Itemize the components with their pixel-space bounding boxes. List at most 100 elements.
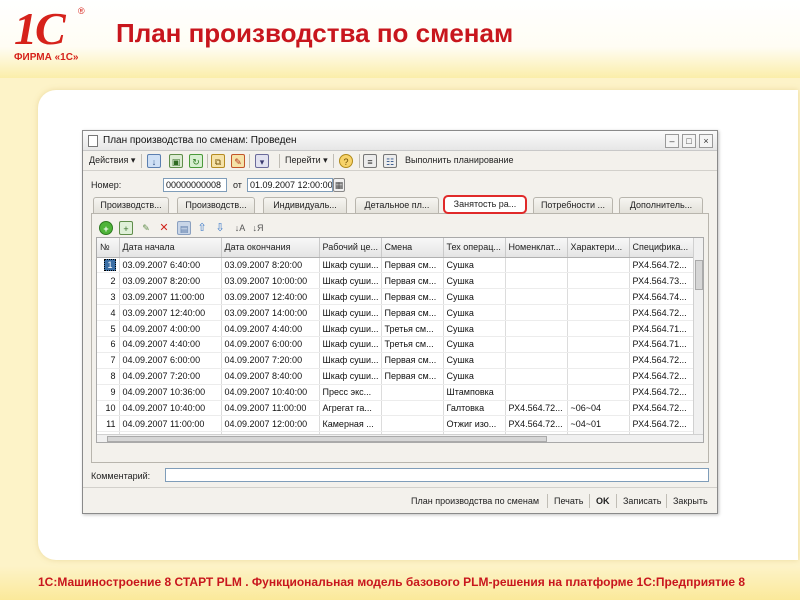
table-cell[interactable]: 8 (97, 368, 120, 385)
table-cell[interactable]: Сушка (443, 320, 506, 337)
table-cell[interactable] (505, 352, 568, 369)
table-cell[interactable]: Первая см... (381, 368, 444, 385)
table-cell[interactable]: 04.09.2007 7:20:00 (119, 368, 222, 385)
table-cell[interactable]: РХ4.564.72... (629, 368, 694, 385)
table-cell[interactable] (381, 400, 444, 417)
maximize-button[interactable]: □ (682, 134, 696, 148)
vertical-scroll-thumb[interactable] (695, 260, 703, 290)
run-planning-button[interactable]: Выполнить планирование (405, 155, 514, 165)
table-cell[interactable]: РХ4.564.71... (629, 336, 694, 353)
column-header[interactable]: Рабочий це... (319, 238, 382, 258)
table-cell[interactable]: Шкаф суши... (319, 352, 382, 369)
table-cell[interactable]: Шкаф суши... (319, 288, 382, 306)
tab-requirements[interactable]: Потребности ... (533, 197, 613, 213)
table-row[interactable]: 4 03.09.2007 12:40:00 03.09.2007 14:00:00 Ш… (97, 304, 694, 322)
table-cell[interactable]: РХ4.564.72... (629, 304, 694, 322)
table-cell[interactable]: 2 (97, 272, 120, 290)
table-cell[interactable] (505, 272, 568, 290)
table-cell[interactable]: Сушка (443, 288, 506, 306)
table-cell[interactable]: 11 (97, 415, 120, 433)
table-cell[interactable] (567, 368, 630, 385)
column-header[interactable]: Номенклат... (505, 238, 568, 258)
table-row[interactable]: 10 04.09.2007 10:40:00 04.09.2007 11:00:00… (97, 400, 694, 417)
table-cell[interactable]: 04.09.2007 10:36:00 (119, 384, 222, 401)
table-cell[interactable]: 5 (97, 320, 120, 337)
table-cell[interactable]: 04.09.2007 12:00:00 (221, 415, 320, 433)
sort-descending-icon[interactable]: ↓Я (251, 221, 265, 235)
number-field[interactable]: 00000000008 (163, 178, 227, 192)
table-cell[interactable] (567, 272, 630, 290)
table-cell[interactable] (505, 304, 568, 322)
end-edit-icon[interactable]: ▤ (177, 221, 191, 235)
table-cell[interactable]: Шкаф суши... (319, 320, 382, 337)
table-cell[interactable]: Шкаф суши... (319, 336, 382, 353)
table-cell[interactable]: 9 (97, 384, 120, 401)
comment-field[interactable] (165, 468, 709, 482)
help-icon[interactable]: ? (339, 154, 353, 168)
table-cell[interactable]: 3 (97, 288, 120, 306)
delete-row-icon[interactable]: ✕ (157, 221, 171, 235)
table-cell[interactable]: 04.09.2007 8:40:00 (221, 368, 320, 385)
horizontal-scroll-thumb[interactable] (107, 436, 547, 442)
table-cell[interactable]: 04.09.2007 4:40:00 (119, 336, 222, 353)
table-cell[interactable]: РХ4.564.72... (629, 352, 694, 369)
table-cell[interactable] (381, 415, 444, 433)
table-row[interactable]: 5 04.09.2007 4:00:00 04.09.2007 4:40:00 Шка… (97, 320, 694, 337)
table-cell[interactable] (567, 304, 630, 322)
table-row[interactable]: 8 04.09.2007 7:20:00 04.09.2007 8:40:00 Шка… (97, 368, 694, 385)
table-cell[interactable]: Сушка (443, 368, 506, 385)
post-icon[interactable]: ↓ (147, 154, 161, 168)
calendar-icon[interactable]: ▦ (333, 178, 345, 192)
tab-resource-load[interactable]: Занятость ра... (443, 195, 527, 214)
structure-icon[interactable]: ▣ (169, 154, 183, 168)
column-header[interactable]: Характери... (567, 238, 630, 258)
actions-menu[interactable]: Действия ▾ (89, 155, 135, 166)
copy-document-icon[interactable]: ⧉ (211, 154, 225, 168)
goto-menu[interactable]: Перейти ▾ (285, 155, 328, 166)
table-row[interactable]: 1 03.09.2007 6:40:00 03.09.2007 8:20:00 Шка… (97, 257, 694, 274)
table-row[interactable]: 11 04.09.2007 11:00:00 04.09.2007 12:00:00… (97, 415, 694, 433)
table-cell[interactable]: Сушка (443, 257, 506, 274)
table-cell[interactable]: 4 (97, 304, 120, 322)
column-header[interactable]: Тех операц... (443, 238, 506, 258)
table-cell[interactable]: РХ4.564.73... (629, 272, 694, 290)
table-cell[interactable]: 04.09.2007 10:40:00 (221, 384, 320, 401)
table-cell[interactable]: 03.09.2007 14:00:00 (221, 304, 320, 322)
column-header[interactable]: Дата начала (119, 238, 222, 258)
tab-additional[interactable]: Дополнитель... (619, 197, 703, 213)
table-cell[interactable]: Сушка (443, 304, 506, 322)
table-cell[interactable]: Отжиг изо... (443, 415, 506, 433)
table-row[interactable]: 3 03.09.2007 11:00:00 03.09.2007 12:40:00 Ш… (97, 288, 694, 306)
table-cell[interactable]: 04.09.2007 6:00:00 (221, 336, 320, 353)
table-cell[interactable]: РХ4.564.72... (505, 400, 568, 417)
table-cell[interactable] (567, 257, 630, 274)
copy-row-icon[interactable]: + (119, 221, 133, 235)
horizontal-scrollbar[interactable] (97, 434, 703, 442)
table-cell[interactable]: 04.09.2007 4:40:00 (221, 320, 320, 337)
table-row[interactable]: 2 03.09.2007 8:20:00 03.09.2007 10:00:00 Шк… (97, 272, 694, 290)
table-cell[interactable]: РХ4.564.72... (629, 415, 694, 433)
column-header[interactable]: Специфика... (629, 238, 694, 258)
print-form-button[interactable]: План производства по сменам (411, 496, 539, 506)
save-button[interactable]: Записать (623, 496, 661, 506)
table-cell[interactable]: РХ4.564.72... (505, 415, 568, 433)
refresh-icon[interactable]: ↻ (189, 154, 203, 168)
table-cell[interactable]: Первая см... (381, 288, 444, 306)
table-cell[interactable]: Шкаф суши... (319, 304, 382, 322)
table-cell[interactable] (505, 257, 568, 274)
table-cell[interactable] (505, 288, 568, 306)
table-cell[interactable]: 03.09.2007 10:00:00 (221, 272, 320, 290)
table-cell[interactable]: 7 (97, 352, 120, 369)
tab-production-1[interactable]: Производств... (93, 197, 169, 213)
table-row[interactable]: 7 04.09.2007 6:00:00 04.09.2007 7:20:00 Шка… (97, 352, 694, 369)
edit-row-icon[interactable]: ✎ (139, 221, 153, 235)
table-cell[interactable]: 6 (97, 336, 120, 353)
table-cell[interactable]: Шкаф суши... (319, 272, 382, 290)
table-cell[interactable]: 04.09.2007 4:00:00 (119, 320, 222, 337)
table-cell[interactable] (567, 288, 630, 306)
table-cell[interactable] (505, 368, 568, 385)
column-header[interactable]: Смена (381, 238, 444, 258)
table-cell[interactable]: Сушка (443, 272, 506, 290)
table-cell[interactable]: 04.09.2007 11:00:00 (221, 400, 320, 417)
table-cell[interactable] (505, 384, 568, 401)
